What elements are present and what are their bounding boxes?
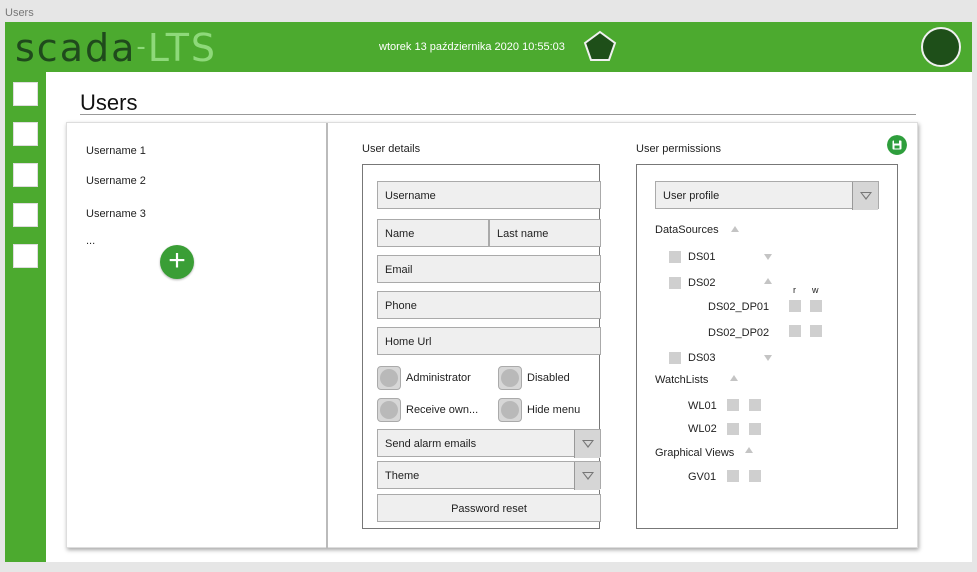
last-name-field[interactable]: Last name (489, 219, 601, 247)
ds02-dp02-write-checkbox[interactable] (810, 325, 822, 337)
email-field[interactable]: Email (377, 255, 601, 283)
graphical-views-label: Graphical Views (655, 447, 735, 459)
chevron-down-icon[interactable] (574, 462, 600, 490)
user-details-panel: Username Name Last name Email Phone Home… (362, 164, 601, 529)
administrator-label: Administrator (406, 372, 471, 384)
sidebar-item-4[interactable] (13, 203, 38, 227)
ds01-checkbox[interactable] (669, 251, 681, 263)
sidebar-item-2[interactable] (13, 122, 38, 146)
ds02-dp01-read-checkbox[interactable] (789, 300, 801, 312)
wl01-write-checkbox[interactable] (749, 399, 761, 411)
collapse-up-icon[interactable] (731, 226, 739, 232)
user-profile-value: User profile (663, 190, 720, 202)
wl01-read-checkbox[interactable] (727, 399, 739, 411)
expand-down-icon[interactable] (764, 254, 772, 260)
chevron-down-icon[interactable] (852, 182, 878, 210)
read-column-label: r (793, 285, 796, 295)
ds01-label: DS01 (688, 251, 716, 263)
gv01-write-checkbox[interactable] (749, 470, 761, 482)
phone-field[interactable]: Phone (377, 291, 601, 319)
user-list-ellipsis: ... (86, 235, 96, 247)
password-reset-button[interactable]: Password reset (377, 494, 601, 522)
collapse-up-icon[interactable] (745, 447, 753, 453)
write-column-label: w (812, 285, 819, 295)
save-icon[interactable] (887, 135, 907, 155)
datasources-label: DataSources (655, 224, 719, 236)
hide-menu-label: Hide menu (527, 404, 581, 416)
scada-lts-logo[interactable]: SCADA-LTS (15, 25, 217, 70)
logo-primary: SCADA (15, 26, 137, 70)
sidebar-item-5[interactable] (13, 244, 38, 268)
alarm-pentagon-icon[interactable] (583, 30, 617, 62)
users-card: Username 1 Username 2 Username 3 ... + U… (66, 122, 918, 549)
administrator-toggle[interactable] (377, 366, 401, 390)
column-divider (326, 123, 328, 549)
receive-own-toggle[interactable] (377, 398, 401, 422)
current-datetime: wtorek 13 października 2020 10:55:03 (379, 41, 565, 53)
main-content: Users Username 1 Username 2 Username 3 .… (46, 72, 972, 562)
chevron-down-icon[interactable] (574, 430, 600, 458)
watchlists-label: WatchLists (655, 374, 709, 386)
title-divider (80, 114, 916, 115)
user-permissions-panel: User profile DataSources DS01 DS02 r w D… (636, 164, 898, 529)
sidebar-item-3[interactable] (13, 163, 38, 187)
user-avatar[interactable] (921, 27, 961, 67)
logo-dash: - (136, 32, 148, 62)
ds02-label: DS02 (688, 277, 716, 289)
logo-secondary: LTS (147, 26, 218, 70)
user-permissions-label: User permissions (636, 143, 721, 155)
home-url-field[interactable]: Home Url (377, 327, 601, 355)
ds02-dp01-label: DS02_DP01 (708, 301, 770, 313)
collapse-up-icon[interactable] (764, 278, 772, 284)
user-list-item[interactable]: Username 3 (86, 208, 146, 220)
disabled-label: Disabled (527, 372, 570, 384)
send-alarm-emails-value: Send alarm emails (385, 438, 477, 450)
username-field[interactable]: Username (377, 181, 601, 209)
theme-select[interactable]: Theme (377, 461, 601, 490)
user-list-item[interactable]: Username 1 (86, 145, 146, 157)
hide-menu-toggle[interactable] (498, 398, 522, 422)
name-field[interactable]: Name (377, 219, 489, 247)
user-list-item[interactable]: Username 2 (86, 175, 146, 187)
ds03-label: DS03 (688, 352, 716, 364)
receive-own-label: Receive own... (406, 404, 479, 416)
page-title: Users (80, 90, 138, 115)
wl01-label: WL01 (688, 400, 717, 412)
plus-icon: + (168, 244, 186, 277)
theme-value: Theme (385, 470, 420, 482)
ds02-dp02-read-checkbox[interactable] (789, 325, 801, 337)
gv01-read-checkbox[interactable] (727, 470, 739, 482)
wl02-label: WL02 (688, 423, 717, 435)
ds02-dp02-label: DS02_DP02 (708, 327, 770, 339)
ds03-checkbox[interactable] (669, 352, 681, 364)
top-bar: SCADA-LTS wtorek 13 października 2020 10… (5, 22, 972, 72)
wl02-write-checkbox[interactable] (749, 423, 761, 435)
sidebar-item-1[interactable] (13, 82, 38, 106)
gv01-label: GV01 (688, 471, 717, 483)
user-profile-select[interactable]: User profile (655, 181, 879, 210)
ds02-dp01-write-checkbox[interactable] (810, 300, 822, 312)
expand-down-icon[interactable] (764, 355, 772, 361)
sidebar (5, 72, 46, 562)
disabled-toggle[interactable] (498, 366, 522, 390)
window-title: Users (5, 7, 34, 19)
collapse-up-icon[interactable] (730, 375, 738, 381)
wl02-read-checkbox[interactable] (727, 423, 739, 435)
ds02-checkbox[interactable] (669, 277, 681, 289)
send-alarm-emails-select[interactable]: Send alarm emails (377, 429, 601, 458)
add-user-button[interactable]: + (160, 245, 194, 279)
user-details-label: User details (362, 143, 421, 155)
